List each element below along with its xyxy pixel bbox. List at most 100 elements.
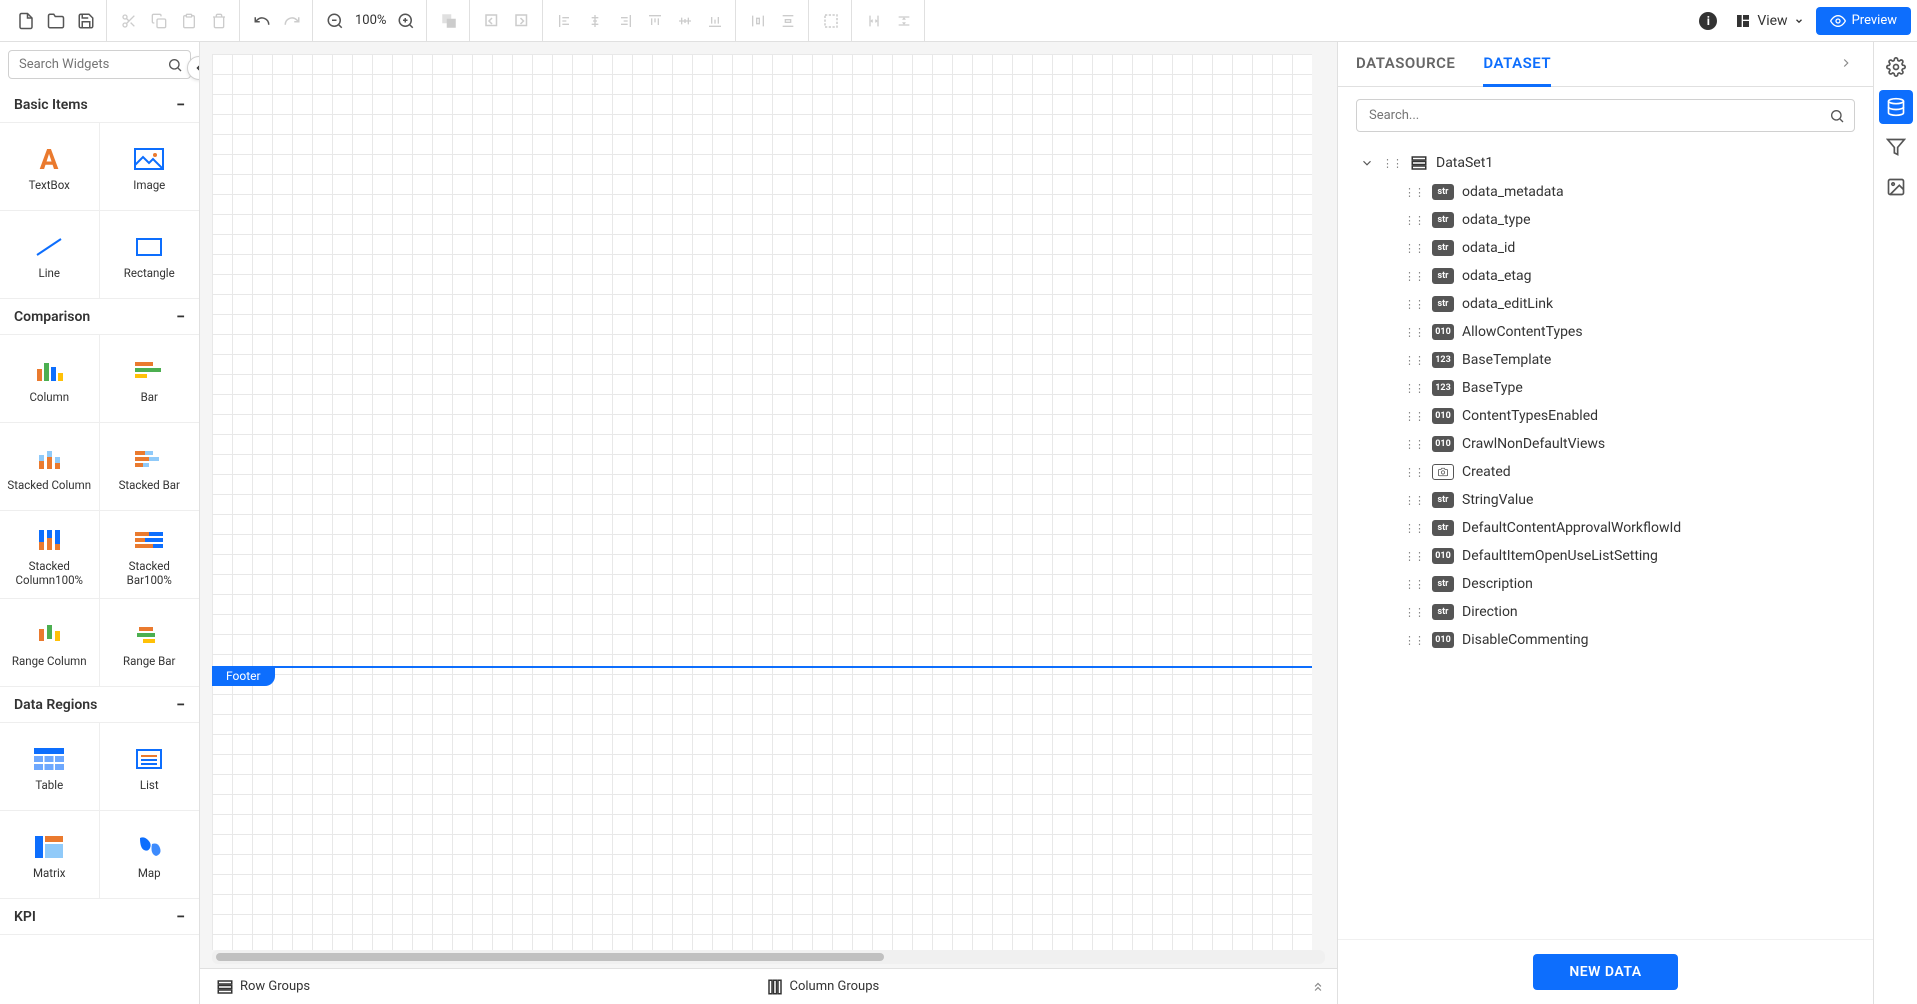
widget-list[interactable]: List <box>100 723 200 811</box>
type-bool-badge: 010 <box>1432 436 1454 452</box>
new-data-button[interactable]: NEW DATA <box>1533 954 1677 990</box>
widget-stacked-column-100[interactable]: Stacked Column100% <box>0 511 100 599</box>
drag-handle-icon[interactable]: ⋮⋮ <box>1404 410 1424 423</box>
field-row[interactable]: ⋮⋮123BaseType <box>1356 374 1855 402</box>
drag-handle-icon[interactable]: ⋮⋮ <box>1404 466 1424 479</box>
widget-bar[interactable]: Bar <box>100 335 200 423</box>
row-groups[interactable]: Row Groups <box>200 978 750 996</box>
section-basic-items[interactable]: Basic Items − <box>0 87 199 123</box>
field-row[interactable]: ⋮⋮010DisableCommenting <box>1356 626 1855 654</box>
open-file-button[interactable] <box>42 7 70 35</box>
zoom-out-button[interactable] <box>321 7 349 35</box>
image-rail-button[interactable] <box>1879 170 1913 204</box>
view-dropdown[interactable]: View <box>1725 9 1813 33</box>
drag-handle-icon[interactable]: ⋮⋮ <box>1404 354 1424 367</box>
drag-handle-icon[interactable]: ⋮⋮ <box>1404 522 1424 535</box>
chevron-down-icon[interactable] <box>1360 156 1374 170</box>
drag-handle-icon[interactable]: ⋮⋮ <box>1404 298 1424 311</box>
field-row[interactable]: ⋮⋮010CrawlNonDefaultViews <box>1356 430 1855 458</box>
scrollbar-thumb[interactable] <box>216 953 884 961</box>
widget-image[interactable]: Image <box>100 123 200 211</box>
widget-search-input[interactable] <box>8 50 191 79</box>
field-row[interactable]: ⋮⋮strodata_etag <box>1356 262 1855 290</box>
field-row[interactable]: ⋮⋮strDescription <box>1356 570 1855 598</box>
widget-rectangle[interactable]: Rectangle <box>100 211 200 299</box>
zoom-in-button[interactable] <box>392 7 420 35</box>
save-button[interactable] <box>72 7 100 35</box>
horizontal-scrollbar[interactable] <box>212 950 1325 964</box>
field-row[interactable]: ⋮⋮strStringValue <box>1356 486 1855 514</box>
field-row[interactable]: ⋮⋮ str DefaultContentApprovalWorkflowId <box>1356 514 1855 542</box>
drag-handle-icon[interactable]: ⋮⋮ <box>1404 634 1424 647</box>
drag-handle-icon[interactable]: ⋮⋮ <box>1404 438 1424 451</box>
info-icon[interactable]: i <box>1699 12 1717 30</box>
drag-handle-icon[interactable]: ⋮⋮ <box>1382 157 1402 170</box>
drag-handle-icon[interactable]: ⋮⋮ <box>1404 494 1424 507</box>
field-name: DefaultContentApprovalWorkflowId <box>1462 520 1681 536</box>
dataset-icon <box>1410 154 1428 172</box>
field-row[interactable]: ⋮⋮010ContentTypesEnabled <box>1356 402 1855 430</box>
data-rail-button[interactable] <box>1879 90 1913 124</box>
field-row[interactable]: ⋮⋮123BaseTemplate <box>1356 346 1855 374</box>
groups-collapse-button[interactable] <box>1299 980 1337 994</box>
align-middle-button <box>671 7 699 35</box>
field-row[interactable]: ⋮⋮strodata_type <box>1356 206 1855 234</box>
tab-dataset[interactable]: DATASET <box>1483 54 1551 87</box>
field-row[interactable]: ⋮⋮010DefaultItemOpenUseListSetting <box>1356 542 1855 570</box>
widget-matrix[interactable]: Matrix <box>0 811 100 899</box>
section-comparison[interactable]: Comparison − <box>0 299 199 335</box>
type-str-badge: str <box>1432 520 1454 536</box>
widget-column[interactable]: Column <box>0 335 100 423</box>
collapse-data-panel-button[interactable] <box>1837 54 1855 86</box>
field-name: odata_metadata <box>1462 184 1564 200</box>
drag-handle-icon[interactable]: ⋮⋮ <box>1404 242 1424 255</box>
drag-handle-icon[interactable]: ⋮⋮ <box>1404 270 1424 283</box>
column-groups[interactable]: Column Groups <box>750 978 1300 996</box>
widget-map[interactable]: Map <box>100 811 200 899</box>
data-search-input[interactable] <box>1356 99 1855 132</box>
space-h-button <box>860 7 888 35</box>
drag-handle-icon[interactable]: ⋮⋮ <box>1404 186 1424 199</box>
footer-label[interactable]: Footer <box>212 666 275 686</box>
widget-table[interactable]: Table <box>0 723 100 811</box>
widget-stacked-column[interactable]: Stacked Column <box>0 423 100 511</box>
filter-rail-button[interactable] <box>1879 130 1913 164</box>
tab-datasource[interactable]: DATASOURCE <box>1356 54 1455 86</box>
section-data-regions[interactable]: Data Regions − <box>0 687 199 723</box>
undo-button[interactable] <box>248 7 276 35</box>
drag-handle-icon[interactable]: ⋮⋮ <box>1404 606 1424 619</box>
drag-handle-icon[interactable]: ⋮⋮ <box>1404 550 1424 563</box>
widget-stacked-bar-100[interactable]: Stacked Bar100% <box>100 511 200 599</box>
toolbar: 100% i <box>0 0 1917 42</box>
field-row[interactable]: ⋮⋮strDirection <box>1356 598 1855 626</box>
field-name: DefaultItemOpenUseListSetting <box>1462 548 1658 564</box>
section-title: Basic Items <box>14 97 88 113</box>
drag-handle-icon[interactable]: ⋮⋮ <box>1404 578 1424 591</box>
drag-handle-icon[interactable]: ⋮⋮ <box>1404 326 1424 339</box>
new-file-button[interactable] <box>12 7 40 35</box>
widget-range-column[interactable]: Range Column <box>0 599 100 687</box>
drag-handle-icon[interactable]: ⋮⋮ <box>1404 382 1424 395</box>
widget-line[interactable]: Line <box>0 211 100 299</box>
settings-rail-button[interactable] <box>1879 50 1913 84</box>
bring-forward-button <box>508 7 536 35</box>
preview-button[interactable]: Preview <box>1816 7 1911 35</box>
canvas-area: Footer Row Groups Column Groups <box>200 42 1337 1004</box>
drag-handle-icon[interactable]: ⋮⋮ <box>1404 214 1424 227</box>
canvas-scroll[interactable]: Footer <box>200 42 1337 950</box>
widget-stacked-bar[interactable]: Stacked Bar <box>100 423 200 511</box>
field-row[interactable]: ⋮⋮010AllowContentTypes <box>1356 318 1855 346</box>
dataset-row[interactable]: ⋮⋮ DataSet1 <box>1356 148 1855 178</box>
field-row[interactable]: ⋮⋮Created <box>1356 458 1855 486</box>
widget-range-bar[interactable]: Range Bar <box>100 599 200 687</box>
field-row[interactable]: ⋮⋮strodata_id <box>1356 234 1855 262</box>
section-kpi[interactable]: KPI − <box>0 899 199 935</box>
type-str-badge: str <box>1432 268 1454 284</box>
dataset-name: DataSet1 <box>1436 155 1493 171</box>
field-row[interactable]: ⋮⋮strodata_metadata <box>1356 178 1855 206</box>
section-title: Comparison <box>14 309 90 325</box>
delete-button <box>205 7 233 35</box>
field-row[interactable]: ⋮⋮strodata_editLink <box>1356 290 1855 318</box>
widget-textbox[interactable]: A TextBox <box>0 123 100 211</box>
design-canvas[interactable]: Footer <box>212 54 1312 950</box>
